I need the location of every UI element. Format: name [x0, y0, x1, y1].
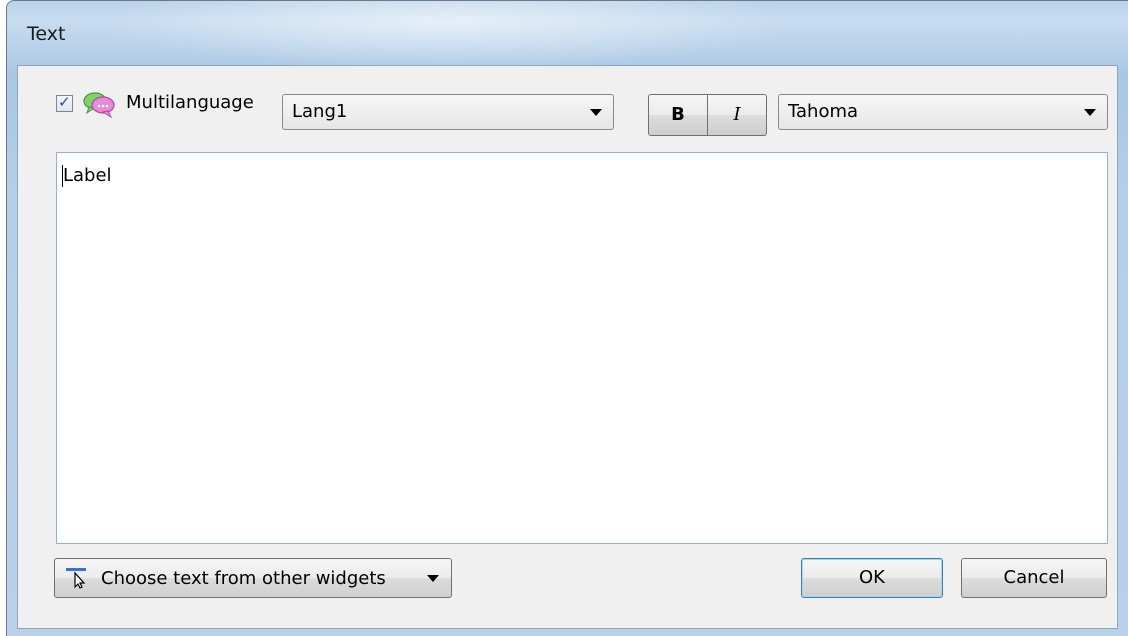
- choose-text-label: Choose text from other widgets: [101, 568, 386, 589]
- multilanguage-checkbox[interactable]: ✓: [56, 93, 73, 112]
- chevron-down-icon: [1084, 109, 1096, 116]
- cancel-button[interactable]: Cancel: [961, 558, 1107, 598]
- dialog-client-area: ✓ Multilanguage Lang1 B I Tahoma Label C…: [17, 65, 1118, 629]
- ok-button[interactable]: OK: [801, 558, 943, 598]
- font-select[interactable]: Tahoma: [778, 94, 1108, 130]
- language-select[interactable]: Lang1: [282, 94, 614, 130]
- font-select-value: Tahoma: [788, 101, 859, 122]
- dialog-title: Text: [27, 23, 66, 45]
- text-editor-content: Label: [63, 165, 112, 186]
- choose-text-button[interactable]: Choose text from other widgets: [54, 558, 452, 598]
- pointer-select-icon: [66, 568, 86, 589]
- text-dialog: Text ✓ Multilanguage Lang1 B I Tahoma La…: [6, 0, 1128, 636]
- chevron-down-icon: [590, 109, 602, 116]
- multilanguage-label: Multilanguage: [126, 92, 254, 113]
- chevron-down-icon: [427, 575, 439, 582]
- language-select-value: Lang1: [292, 101, 348, 122]
- bold-button[interactable]: B: [648, 94, 708, 136]
- italic-button[interactable]: I: [707, 94, 767, 136]
- checkmark-icon: ✓: [58, 93, 71, 111]
- speech-bubbles-icon: [83, 92, 115, 118]
- text-editor[interactable]: Label: [56, 152, 1108, 544]
